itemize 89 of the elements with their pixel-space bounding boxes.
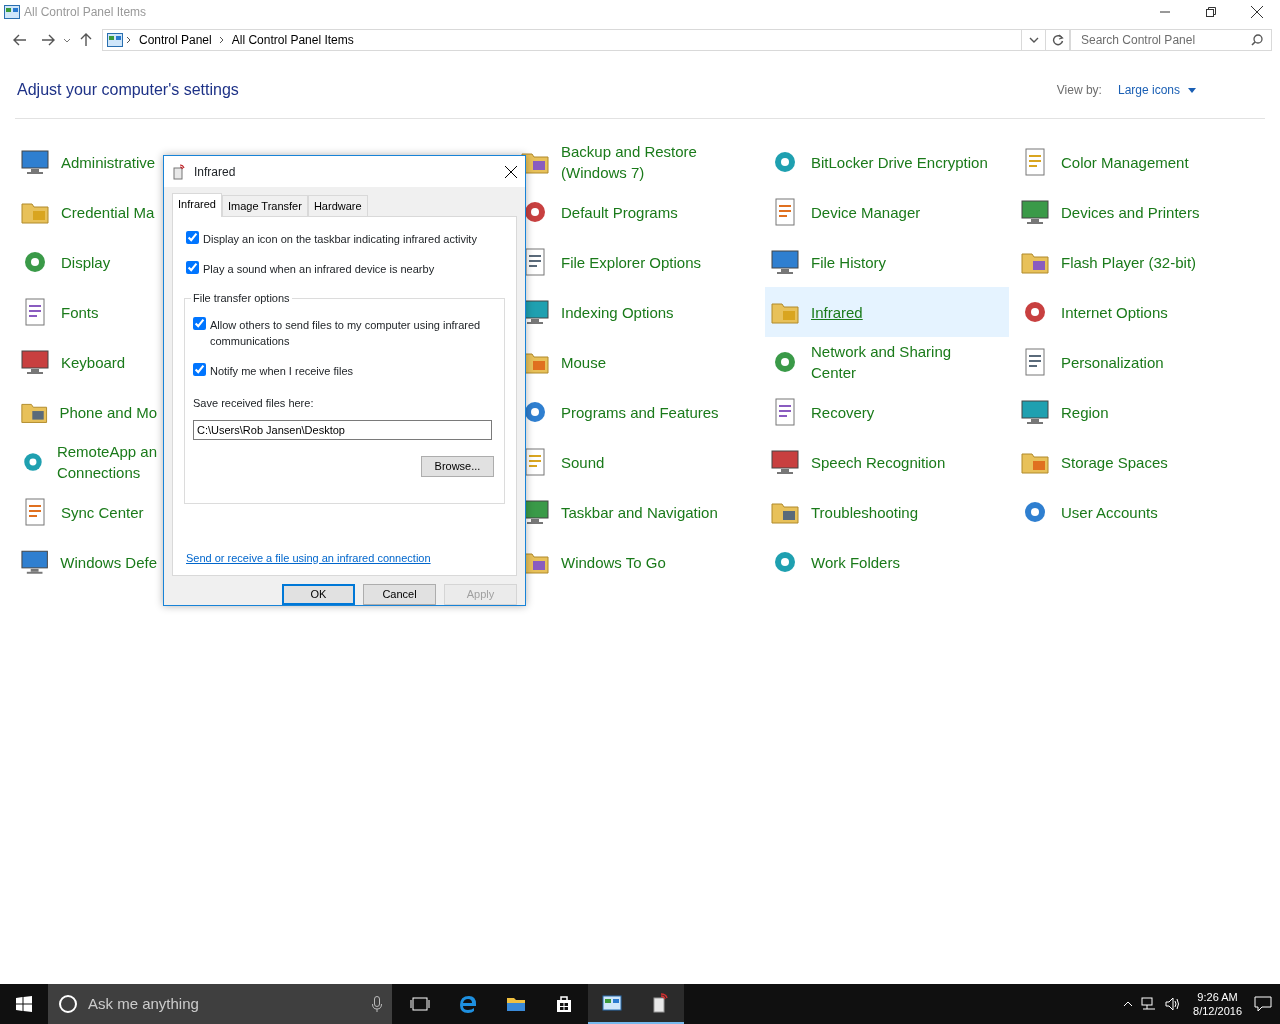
cortana-icon — [58, 994, 78, 1014]
dialog-title: Infrared — [194, 163, 236, 181]
network-icon[interactable] — [1141, 997, 1158, 1011]
up-arrow-icon — [80, 33, 92, 47]
notifications-icon[interactable] — [1254, 996, 1272, 1012]
window-title: All Control Panel Items — [24, 4, 147, 21]
caret-icon — [1188, 87, 1196, 93]
caret-icon — [1028, 37, 1039, 43]
breadcrumb-item[interactable]: All Control Panel Items — [227, 31, 358, 49]
browse-button[interactable]: Browse... — [421, 455, 494, 477]
breadcrumb-item[interactable]: Control Panel — [135, 31, 216, 49]
caret-icon — [63, 37, 71, 43]
checkbox[interactable] — [193, 362, 206, 376]
checkbox-label: Notify me when I receive files — [210, 363, 354, 379]
refresh-icon — [1051, 34, 1064, 46]
clock-date[interactable]: 8/12/2016 — [1193, 1004, 1242, 1018]
shopping-bag-icon — [554, 994, 574, 1014]
control-panel-icon — [4, 5, 20, 19]
close-icon — [505, 166, 517, 179]
taskbar-app-button[interactable] — [588, 984, 636, 1024]
applet-link[interactable]: Recovery — [765, 387, 1009, 437]
applet-link[interactable]: Fonts — [15, 287, 161, 337]
applet-link[interactable]: Taskbar and Navigation — [515, 487, 759, 537]
checkbox-label: Allow others to send files to my computer using infrared communications — [210, 317, 482, 349]
applet-link[interactable]: Windows Defe — [15, 537, 161, 587]
infrared-device-icon — [172, 163, 186, 180]
microphone-icon — [372, 996, 382, 1012]
search-box[interactable]: Search Control Panel — [1070, 29, 1272, 51]
checkbox-label: Display an icon on the taskbar indicating infrared activity — [203, 232, 477, 247]
volume-icon[interactable] — [1165, 997, 1182, 1011]
applet-link[interactable]: Sound — [515, 437, 759, 487]
restore-icon — [1206, 7, 1216, 17]
dialog-tab[interactable]: Hardware — [307, 194, 368, 216]
browser-icon — [458, 994, 478, 1014]
applet-link[interactable]: Flash Player (32-bit) — [1015, 237, 1259, 287]
applet-link[interactable]: Administrative — [15, 137, 161, 187]
applet-link[interactable]: Color Management — [1015, 137, 1259, 187]
applet-link[interactable]: File History — [765, 237, 1009, 287]
checkbox[interactable] — [186, 231, 199, 244]
taskbar-app-button[interactable] — [636, 984, 684, 1024]
windows-logo-icon — [16, 996, 32, 1012]
checkbox-label: Play a sound when an infrared device is nearby — [203, 261, 435, 277]
taskbar-search-box[interactable]: Ask me anything — [48, 984, 392, 1024]
checkbox[interactable] — [193, 316, 206, 330]
checkbox[interactable] — [186, 260, 199, 274]
applet-link[interactable]: User Accounts — [1015, 487, 1259, 537]
forward-arrow-icon — [41, 34, 55, 46]
applet-link[interactable]: RemoteApp an Connections — [15, 437, 161, 487]
search-icon — [1251, 34, 1263, 46]
refresh-button[interactable] — [1046, 29, 1070, 51]
page-heading: Adjust your computer's settings — [17, 80, 239, 100]
save-path-field[interactable]: C:\Users\Rob Jansen\Desktop — [193, 419, 492, 440]
control-panel-icon — [107, 33, 123, 47]
view-by-dropdown[interactable]: Large icons — [1117, 81, 1196, 99]
task-view-icon — [410, 994, 430, 1014]
applet-link[interactable]: Internet Options — [1015, 287, 1259, 337]
applet-link[interactable]: Work Folders — [765, 537, 1009, 587]
applet-link[interactable]: Personalization — [1015, 337, 1259, 387]
send-file-link[interactable]: Send or receive a file using an infrared connection — [186, 551, 431, 564]
dialog-button[interactable]: Cancel — [363, 584, 436, 605]
view-by-label: View by: — [1056, 82, 1102, 99]
close-icon — [1251, 6, 1263, 18]
back-arrow-icon — [13, 34, 27, 46]
chevron-up-icon[interactable] — [1123, 1001, 1134, 1007]
applet-link[interactable]: Region — [1015, 387, 1259, 437]
applet-link[interactable]: Devices and Printers — [1015, 187, 1259, 237]
infrared-device-icon — [650, 993, 670, 1013]
applet-link[interactable]: Keyboard — [15, 337, 161, 387]
applet-link[interactable]: BitLocker Drive Encryption — [765, 137, 1009, 187]
applet-link[interactable]: Device Manager — [765, 187, 1009, 237]
address-bar[interactable]: Control Panel All Control Panel Items — [102, 29, 1022, 51]
applet-link[interactable]: Indexing Options — [515, 287, 759, 337]
clock-time[interactable]: 9:26 AM — [1193, 990, 1242, 1004]
dialog-tab[interactable]: Image Transfer — [221, 194, 308, 216]
save-location-label: Save received files here: — [193, 396, 315, 411]
applet-link[interactable]: File Explorer Options — [515, 237, 759, 287]
taskbar-search-field[interactable]: Ask me anything — [86, 991, 356, 1017]
control-panel-icon — [602, 993, 622, 1013]
dialog-tab[interactable]: Infrared — [172, 192, 222, 217]
applet-link[interactable]: Speech Recognition — [765, 437, 1009, 487]
applet-link[interactable]: Phone and Mo — [15, 387, 161, 437]
applet-link[interactable]: Display — [15, 237, 161, 287]
applet-link[interactable]: Network and Sharing Center — [765, 337, 1009, 387]
applet-link[interactable]: Infrared — [765, 287, 1009, 337]
applet-link[interactable]: Storage Spaces — [1015, 437, 1259, 487]
applet-link[interactable]: Credential Ma — [15, 187, 161, 237]
applet-link[interactable]: Troubleshooting — [765, 487, 1009, 537]
dialog-button[interactable]: OK — [282, 584, 355, 605]
applet-link[interactable]: Sync Center — [15, 487, 161, 537]
